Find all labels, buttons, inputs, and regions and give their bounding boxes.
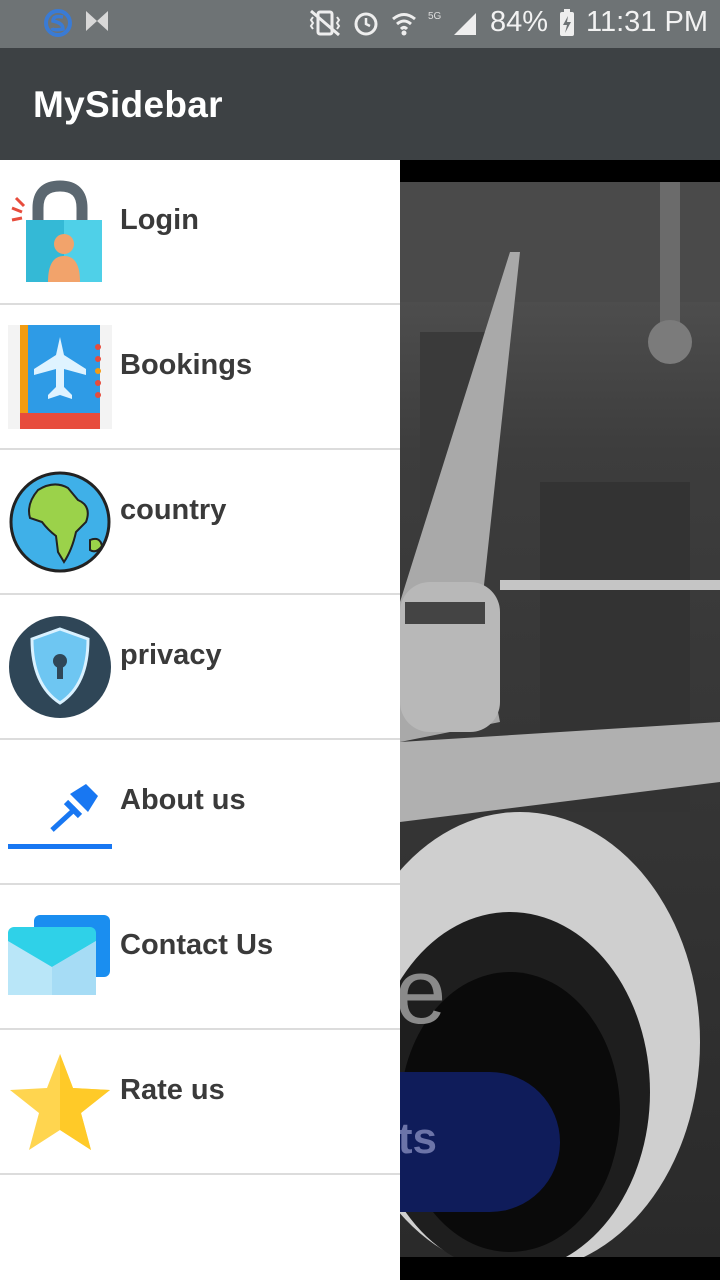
drawer-item-privacy[interactable]: privacy — [0, 595, 400, 740]
drawer-item-login[interactable]: Login — [0, 160, 400, 305]
shield-icon — [9, 615, 111, 718]
wifi-icon — [392, 12, 416, 35]
app-bar: MySidebar — [0, 48, 720, 160]
pin-icon — [8, 783, 112, 849]
drawer-item-rate-us[interactable]: Rate us — [0, 1030, 400, 1175]
alarm-icon — [354, 12, 378, 35]
drawer-item-label: Bookings — [120, 349, 253, 381]
mail-icon — [8, 914, 110, 995]
globe-icon — [9, 471, 111, 572]
bowtie-icon — [86, 11, 108, 31]
clock: 11:31 PM — [586, 6, 708, 38]
plane-booklet-icon — [8, 324, 112, 429]
drawer-item-label: privacy — [120, 639, 222, 671]
vibrate-icon — [309, 9, 341, 36]
drawer-item-label: Rate us — [120, 1074, 225, 1106]
navigation-drawer: Login Bookings country privacy About us … — [0, 160, 400, 1280]
drawer-item-country[interactable]: country — [0, 450, 400, 595]
drawer-item-label: Login — [120, 204, 199, 236]
battery-icon — [560, 8, 575, 36]
signal-icon: 5G — [428, 11, 476, 35]
drawer-item-label: About us — [120, 784, 246, 816]
battery-percent: 84% — [489, 6, 549, 38]
drawer-item-label: Contact Us — [120, 929, 274, 961]
drawer-item-bookings[interactable]: Bookings — [0, 305, 400, 450]
status-bar: 5G 84% 11:31 PM — [0, 0, 720, 48]
drawer-item-about-us[interactable]: About us — [0, 740, 400, 885]
s-app-icon — [44, 9, 72, 37]
hero-text-partial: e — [395, 941, 447, 1043]
lock-user-icon — [11, 179, 102, 282]
app-title: MySidebar — [33, 84, 223, 125]
svg-text:5G: 5G — [428, 11, 442, 22]
hero-button-label: ts — [397, 1114, 437, 1163]
drawer-item-contact-us[interactable]: Contact Us — [0, 885, 400, 1030]
star-icon — [10, 1053, 110, 1150]
drawer-item-label: country — [120, 494, 227, 526]
